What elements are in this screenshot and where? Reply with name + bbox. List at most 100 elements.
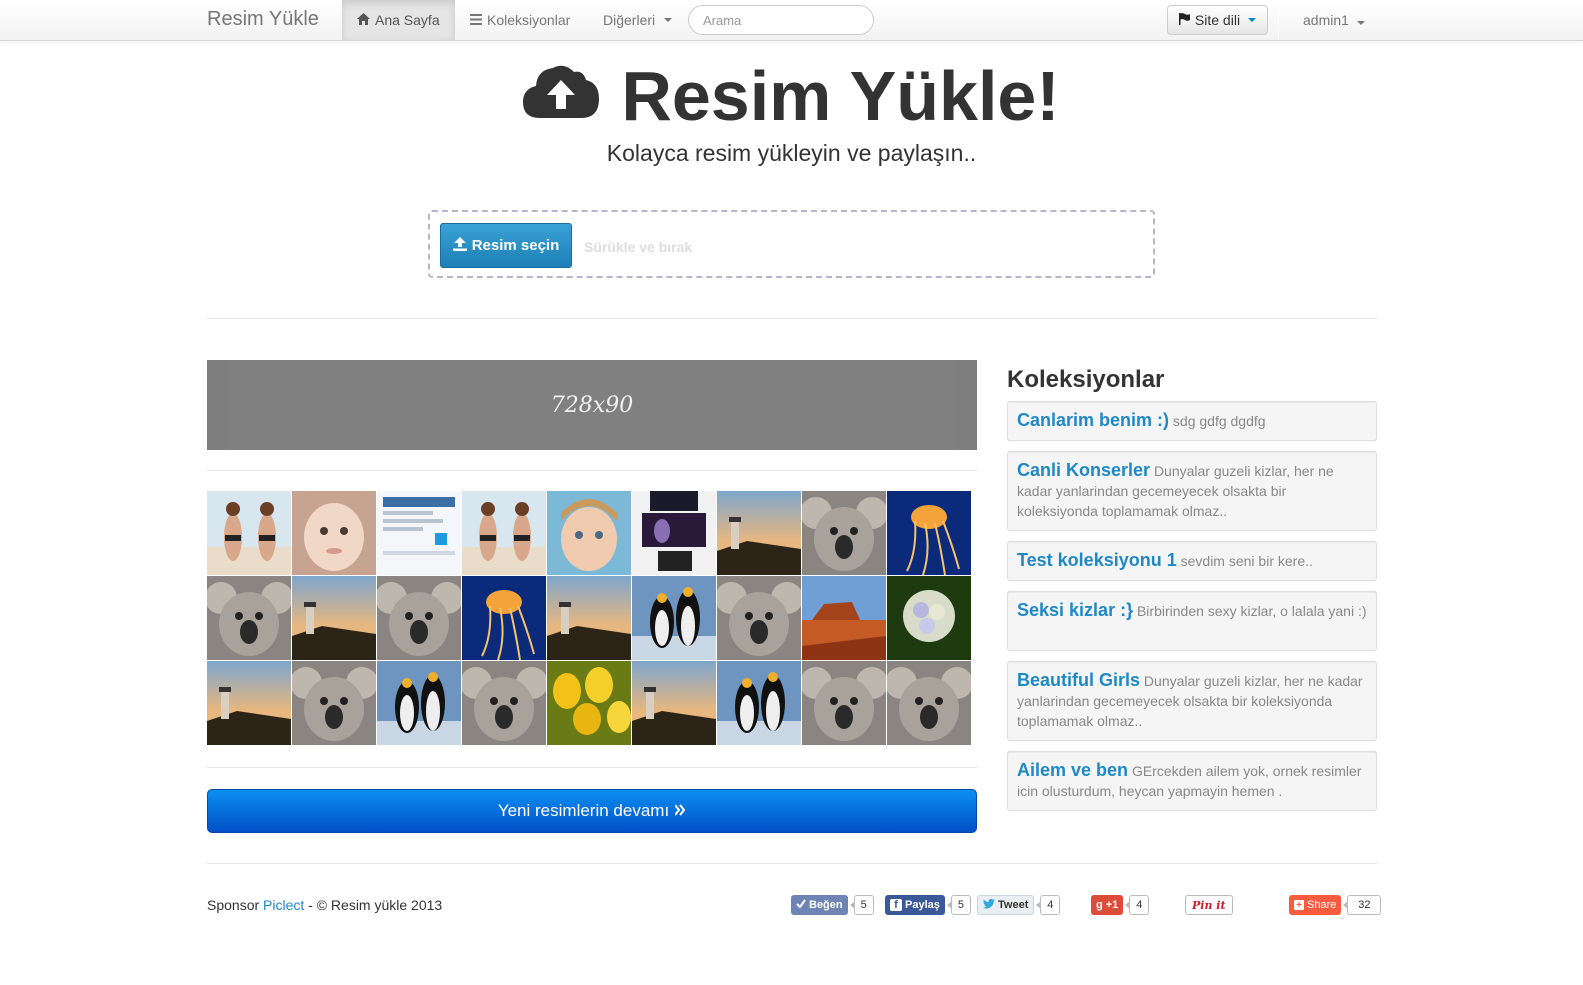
- site-language-label: Site dili: [1194, 12, 1241, 28]
- google-plus-button[interactable]: g +1: [1091, 895, 1124, 915]
- ad-banner[interactable]: 728x90: [207, 360, 977, 450]
- thumbnail-image: [717, 661, 801, 745]
- image-thumbnail[interactable]: [377, 661, 461, 745]
- collection-name[interactable]: Seksi kizlar :}: [1017, 600, 1133, 620]
- thumbnail-image: [377, 661, 461, 745]
- sponsor-link[interactable]: Piclect: [263, 897, 304, 913]
- choose-image-button[interactable]: Resim seçin: [440, 223, 572, 268]
- facebook-share-button[interactable]: f Paylaş: [885, 895, 945, 915]
- collection-desc: Birbirinden sexy kizlar, o lalala yani :…: [1136, 603, 1367, 619]
- facebook-like-widget: Beğen 5: [791, 895, 874, 915]
- image-thumbnail[interactable]: [462, 661, 546, 745]
- image-thumbnail[interactable]: [292, 661, 376, 745]
- facebook-share-label: Paylaş: [905, 899, 940, 911]
- facebook-icon: f: [890, 899, 902, 911]
- user-name: admin1: [1303, 12, 1349, 28]
- nav-home-label: Ana Sayfa: [375, 12, 440, 28]
- image-thumbnail[interactable]: [887, 576, 971, 660]
- caret-down-icon: [664, 18, 673, 22]
- search-input[interactable]: [688, 5, 874, 35]
- site-language-button[interactable]: Site dili: [1167, 5, 1268, 35]
- collection-name[interactable]: Canlarim benim :): [1017, 410, 1169, 430]
- upload-dropzone[interactable]: Resim seçin Sürükle ve bırak: [428, 210, 1155, 278]
- image-thumbnail[interactable]: [717, 576, 801, 660]
- thumbnail-image: [292, 576, 376, 660]
- thumbnail-image: [632, 491, 716, 575]
- thumbnail-image: [632, 661, 716, 745]
- image-thumbnail[interactable]: [547, 661, 631, 745]
- thumbnail-image: [462, 491, 546, 575]
- thumbnail-image: [547, 491, 631, 575]
- page-subtitle: Kolayca resim yükleyin ve paylaşın..: [606, 140, 977, 166]
- double-chevron-right-icon: [674, 801, 686, 821]
- image-thumbnail[interactable]: [887, 661, 971, 745]
- image-thumbnail[interactable]: [802, 491, 886, 575]
- image-thumbnail[interactable]: [547, 491, 631, 575]
- user-menu-dropdown[interactable]: admin1: [1288, 0, 1380, 40]
- image-thumbnail[interactable]: [207, 491, 291, 575]
- thumbnail-image: [207, 576, 291, 660]
- image-thumbnail[interactable]: [632, 661, 716, 745]
- collection-item[interactable]: Ailem ve ben GErcekden ailem yok, ornek …: [1007, 751, 1377, 811]
- image-thumbnail[interactable]: [377, 576, 461, 660]
- image-thumbnail[interactable]: [207, 661, 291, 745]
- image-thumbnail[interactable]: [462, 491, 546, 575]
- facebook-share-widget: f Paylaş 5: [885, 895, 971, 915]
- collection-item[interactable]: Seksi kizlar :} Birbirinden sexy kizlar,…: [1007, 591, 1377, 651]
- divider: [207, 318, 1377, 319]
- nav-others-dropdown[interactable]: Diğerleri: [588, 0, 687, 40]
- share-count: 32: [1343, 895, 1382, 915]
- sponsor-prefix: Sponsor: [207, 897, 260, 913]
- image-thumbnail[interactable]: [207, 576, 291, 660]
- choose-image-label: Resim seçin: [471, 237, 560, 254]
- image-thumbnail[interactable]: [802, 661, 886, 745]
- image-thumbnail[interactable]: [717, 661, 801, 745]
- thumbnail-image: [462, 576, 546, 660]
- copyright-text: - © Resim yükle 2013: [308, 897, 443, 913]
- image-thumbnail[interactable]: [632, 491, 716, 575]
- thumbnail-image: [802, 661, 886, 745]
- nav-home[interactable]: Ana Sayfa: [342, 0, 455, 40]
- image-thumbnail[interactable]: [887, 491, 971, 575]
- google-plus-widget: g +1 4: [1091, 895, 1150, 915]
- google-plus-label: +1: [1105, 899, 1119, 911]
- image-thumbnail[interactable]: [632, 576, 716, 660]
- collection-name[interactable]: Ailem ve ben: [1017, 760, 1128, 780]
- nav-collections[interactable]: Koleksiyonlar: [455, 0, 585, 40]
- collection-item[interactable]: Canlarim benim :) sdg gdfg dgdfg: [1007, 401, 1377, 441]
- collection-name[interactable]: Beautiful Girls: [1017, 670, 1140, 690]
- image-thumbnail[interactable]: [377, 491, 461, 575]
- drag-drop-hint: Sürükle ve bırak: [584, 239, 693, 255]
- image-thumbnail[interactable]: [462, 576, 546, 660]
- image-thumbnail[interactable]: [717, 491, 801, 575]
- collection-item[interactable]: Beautiful Girls Dunyalar guzeli kizlar, …: [1007, 661, 1377, 741]
- thumbnail-image: [547, 661, 631, 745]
- collection-name[interactable]: Test koleksiyonu 1: [1017, 550, 1177, 570]
- image-thumbnail[interactable]: [547, 576, 631, 660]
- tweet-button[interactable]: Tweet: [977, 895, 1035, 915]
- image-thumbnail[interactable]: [802, 576, 886, 660]
- thumbnail-image: [377, 491, 461, 575]
- thumbnail-image: [377, 576, 461, 660]
- thumbnail-image: [802, 491, 886, 575]
- checkmark-icon: [796, 899, 806, 911]
- thumbnail-image: [207, 661, 291, 745]
- thumbnail-image: [462, 661, 546, 745]
- more-images-button[interactable]: Yeni resimlerin devamı: [207, 789, 977, 833]
- collection-item[interactable]: Canli Konserler Dunyalar guzeli kizlar, …: [1007, 451, 1377, 531]
- page-title: Resim Yükle!: [0, 56, 1583, 136]
- brand-logo[interactable]: Resim Yükle: [207, 8, 319, 31]
- caret-down-icon: [1356, 21, 1365, 25]
- thumbnail-image: [887, 491, 971, 575]
- share-button[interactable]: + Share: [1289, 895, 1342, 915]
- tweet-label: Tweet: [998, 899, 1029, 911]
- footer-copyright: Sponsor Piclect - © Resim yükle 2013: [207, 897, 442, 913]
- pinterest-pin-button[interactable]: Pin it: [1185, 895, 1233, 915]
- image-thumbnail[interactable]: [292, 576, 376, 660]
- nav-collections-label: Koleksiyonlar: [487, 12, 571, 28]
- collection-name[interactable]: Canli Konserler: [1017, 460, 1150, 480]
- cloud-upload-icon: [523, 56, 600, 136]
- facebook-like-button[interactable]: Beğen: [791, 895, 848, 915]
- image-thumbnail[interactable]: [292, 491, 376, 575]
- collection-item[interactable]: Test koleksiyonu 1 sevdim seni bir kere.…: [1007, 541, 1377, 581]
